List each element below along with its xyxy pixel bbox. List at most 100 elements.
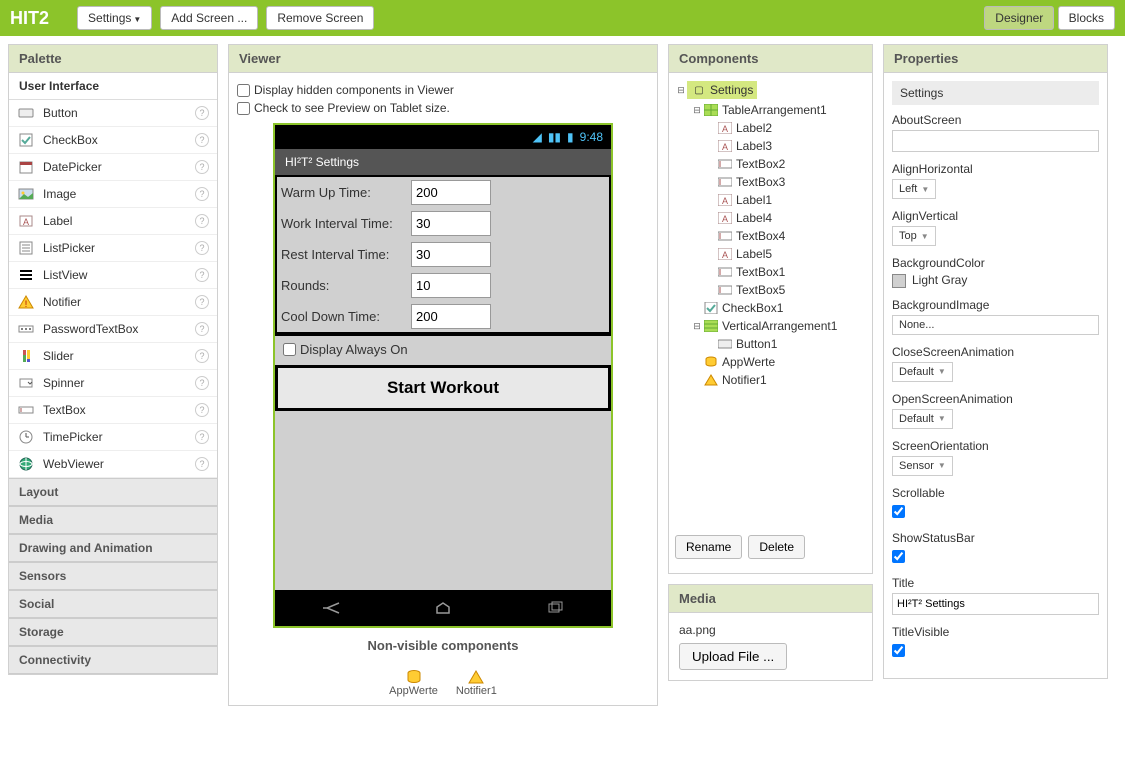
palette-category-sensors[interactable]: Sensors [9,562,217,590]
help-icon[interactable]: ? [195,457,209,471]
palette-item-label[interactable]: ALabel? [9,208,217,235]
palette-item-timepicker[interactable]: TimePicker? [9,424,217,451]
tree-root[interactable]: ⊟▢Settings [675,79,866,101]
upload-file-button[interactable]: Upload File ... [679,643,787,670]
openanim-select[interactable]: Default▼ [892,409,953,429]
alignh-select[interactable]: Left▼ [892,179,936,199]
palette-item-datepicker[interactable]: DatePicker? [9,154,217,181]
help-icon[interactable]: ? [195,160,209,174]
help-icon[interactable]: ? [195,430,209,444]
tree-checkbox1[interactable]: CheckBox1 [691,299,866,317]
palette-category-media[interactable]: Media [9,506,217,534]
palette-item-webviewer[interactable]: WebViewer? [9,451,217,478]
spinner-icon [17,375,35,391]
help-icon[interactable]: ? [195,241,209,255]
bgcolor-select[interactable]: Light Gray [892,273,1099,288]
tree-appwerte[interactable]: AppWerte [691,353,866,371]
tree-label5[interactable]: ALabel5 [717,245,866,263]
rest-interval-input[interactable] [411,242,491,267]
scrollable-checkbox[interactable] [892,505,905,518]
palette-category-storage[interactable]: Storage [9,618,217,646]
palette-category-connectivity[interactable]: Connectivity [9,646,217,674]
tree-label2[interactable]: ALabel2 [717,119,866,137]
tree-button1[interactable]: Button1 [717,335,866,353]
palette-item-notifier[interactable]: !Notifier? [9,289,217,316]
help-icon[interactable]: ? [195,322,209,336]
delete-button[interactable]: Delete [748,535,805,559]
rounds-input[interactable] [411,273,491,298]
help-icon[interactable]: ? [195,106,209,120]
titlevis-checkbox[interactable] [892,644,905,657]
tree-tablearrangement[interactable]: ⊟TableArrangement1 [691,101,866,119]
help-icon[interactable]: ? [195,295,209,309]
palette-item-listpicker[interactable]: ListPicker? [9,235,217,262]
palette-item-checkbox[interactable]: CheckBox? [9,127,217,154]
rename-button[interactable]: Rename [675,535,742,559]
orient-select[interactable]: Sensor▼ [892,456,953,476]
tree-textbox1[interactable]: TextBox1 [717,263,866,281]
remove-screen-button[interactable]: Remove Screen [266,6,374,30]
alignv-select[interactable]: Top▼ [892,226,936,246]
form-table[interactable]: Warm Up Time: Work Interval Time: Rest I… [275,175,611,334]
palette-category-drawing[interactable]: Drawing and Animation [9,534,217,562]
help-icon[interactable]: ? [195,214,209,228]
tree-label1[interactable]: ALabel1 [717,191,866,209]
help-icon[interactable]: ? [195,268,209,282]
tree-verticalarrangement[interactable]: ⊟VerticalArrangement1 [691,317,866,335]
media-file[interactable]: aa.png [679,623,862,637]
title-input[interactable] [892,593,1099,615]
add-screen-button[interactable]: Add Screen ... [160,6,258,30]
textbox-icon [717,265,733,279]
tree-notifier[interactable]: Notifier1 [691,371,866,389]
chevron-down-icon: ▼ [938,461,946,470]
help-icon[interactable]: ? [195,403,209,417]
display-hidden-checkbox[interactable] [237,84,250,97]
blocks-button[interactable]: Blocks [1058,6,1115,30]
help-icon[interactable]: ? [195,133,209,147]
palette-item-listview[interactable]: ListView? [9,262,217,289]
palette-category-user-interface[interactable]: User Interface [9,73,217,100]
start-workout-button[interactable]: Start Workout [278,368,608,408]
notifier-icon [467,669,485,685]
palette-category-social[interactable]: Social [9,590,217,618]
warm-up-input[interactable] [411,180,491,205]
palette-item-image[interactable]: Image? [9,181,217,208]
work-interval-input[interactable] [411,211,491,236]
chevron-down-icon: ▼ [938,414,946,423]
textbox-icon [17,402,35,418]
display-always-checkbox[interactable] [283,343,296,356]
collapse-icon[interactable]: ⊟ [691,321,703,332]
bgimg-select[interactable]: None... [892,315,1099,335]
palette-item-slider[interactable]: Slider? [9,343,217,370]
recents-icon[interactable] [543,599,567,617]
statusbar-checkbox[interactable] [892,550,905,563]
tree-textbox5[interactable]: TextBox5 [717,281,866,299]
palette-item-textbox[interactable]: TextBox? [9,397,217,424]
back-icon[interactable] [319,599,343,617]
palette-item-spinner[interactable]: Spinner? [9,370,217,397]
nonvis-notifier[interactable]: Notifier1 [456,669,497,697]
designer-button[interactable]: Designer [984,6,1054,30]
nonvis-appwerte[interactable]: AppWerte [389,669,438,697]
tree-textbox3[interactable]: TextBox3 [717,173,866,191]
help-icon[interactable]: ? [195,187,209,201]
palette-item-passwordtextbox[interactable]: PasswordTextBox? [9,316,217,343]
tablet-preview-checkbox[interactable] [237,102,250,115]
closeanim-select[interactable]: Default▼ [892,362,953,382]
palette-category-layout[interactable]: Layout [9,478,217,506]
tree-textbox2[interactable]: TextBox2 [717,155,866,173]
tree-textbox4[interactable]: TextBox4 [717,227,866,245]
cool-down-input[interactable] [411,304,491,329]
tree-label3[interactable]: ALabel3 [717,137,866,155]
collapse-icon[interactable]: ⊟ [675,85,687,96]
screen-dropdown[interactable]: Settings▼ [77,6,152,30]
svg-text:A: A [722,124,728,134]
label-icon: A [717,121,733,135]
about-input[interactable] [892,130,1099,152]
home-icon[interactable] [431,599,455,617]
tree-label4[interactable]: ALabel4 [717,209,866,227]
collapse-icon[interactable]: ⊟ [691,105,703,116]
help-icon[interactable]: ? [195,376,209,390]
help-icon[interactable]: ? [195,349,209,363]
palette-item-button[interactable]: Button? [9,100,217,127]
